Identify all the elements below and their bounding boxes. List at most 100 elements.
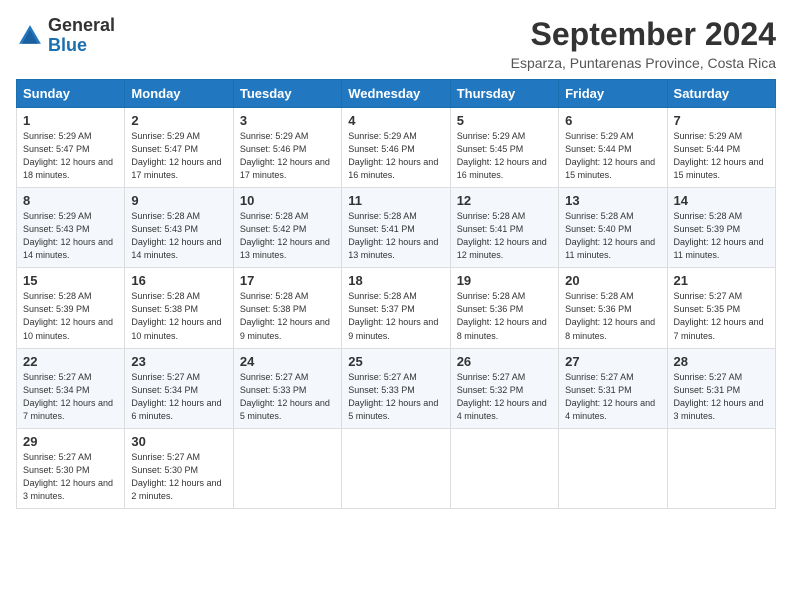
- sunset-label: Sunset: 5:44 PM: [674, 144, 741, 154]
- logo-general: General: [48, 15, 115, 35]
- day-number: 4: [348, 113, 443, 128]
- day-info: Sunrise: 5:28 AM Sunset: 5:41 PM Dayligh…: [348, 210, 443, 262]
- day-number: 24: [240, 354, 335, 369]
- day-info: Sunrise: 5:29 AM Sunset: 5:43 PM Dayligh…: [23, 210, 118, 262]
- calendar-body: 1 Sunrise: 5:29 AM Sunset: 5:47 PM Dayli…: [17, 108, 776, 509]
- daylight-label: Daylight: 12 hours and 10 minutes.: [23, 317, 113, 340]
- sunrise-label: Sunrise: 5:27 AM: [23, 372, 92, 382]
- calendar-cell: 8 Sunrise: 5:29 AM Sunset: 5:43 PM Dayli…: [17, 188, 125, 268]
- calendar-cell: 27 Sunrise: 5:27 AM Sunset: 5:31 PM Dayl…: [559, 348, 667, 428]
- sunset-label: Sunset: 5:34 PM: [23, 385, 90, 395]
- day-info: Sunrise: 5:28 AM Sunset: 5:43 PM Dayligh…: [131, 210, 226, 262]
- calendar-cell: 7 Sunrise: 5:29 AM Sunset: 5:44 PM Dayli…: [667, 108, 775, 188]
- day-number: 19: [457, 273, 552, 288]
- calendar-cell: 16 Sunrise: 5:28 AM Sunset: 5:38 PM Dayl…: [125, 268, 233, 348]
- calendar-cell: 3 Sunrise: 5:29 AM Sunset: 5:46 PM Dayli…: [233, 108, 341, 188]
- sunset-label: Sunset: 5:32 PM: [457, 385, 524, 395]
- day-number: 30: [131, 434, 226, 449]
- calendar-cell: 13 Sunrise: 5:28 AM Sunset: 5:40 PM Dayl…: [559, 188, 667, 268]
- day-info: Sunrise: 5:29 AM Sunset: 5:45 PM Dayligh…: [457, 130, 552, 182]
- day-number: 8: [23, 193, 118, 208]
- sunrise-label: Sunrise: 5:28 AM: [131, 291, 200, 301]
- day-info: Sunrise: 5:28 AM Sunset: 5:39 PM Dayligh…: [23, 290, 118, 342]
- sunrise-label: Sunrise: 5:27 AM: [565, 372, 634, 382]
- daylight-label: Daylight: 12 hours and 9 minutes.: [240, 317, 330, 340]
- daylight-label: Daylight: 12 hours and 5 minutes.: [348, 398, 438, 421]
- weekday-header-cell: Saturday: [667, 80, 775, 108]
- day-number: 6: [565, 113, 660, 128]
- sunrise-label: Sunrise: 5:27 AM: [674, 291, 743, 301]
- day-info: Sunrise: 5:29 AM Sunset: 5:44 PM Dayligh…: [565, 130, 660, 182]
- day-info: Sunrise: 5:28 AM Sunset: 5:36 PM Dayligh…: [457, 290, 552, 342]
- calendar-cell: 9 Sunrise: 5:28 AM Sunset: 5:43 PM Dayli…: [125, 188, 233, 268]
- sunrise-label: Sunrise: 5:27 AM: [131, 372, 200, 382]
- calendar-cell: 6 Sunrise: 5:29 AM Sunset: 5:44 PM Dayli…: [559, 108, 667, 188]
- calendar-cell: 29 Sunrise: 5:27 AM Sunset: 5:30 PM Dayl…: [17, 428, 125, 508]
- calendar-cell: 20 Sunrise: 5:28 AM Sunset: 5:36 PM Dayl…: [559, 268, 667, 348]
- sunrise-label: Sunrise: 5:29 AM: [23, 131, 92, 141]
- daylight-label: Daylight: 12 hours and 7 minutes.: [674, 317, 764, 340]
- sunset-label: Sunset: 5:46 PM: [348, 144, 415, 154]
- sunrise-label: Sunrise: 5:27 AM: [131, 452, 200, 462]
- day-info: Sunrise: 5:29 AM Sunset: 5:46 PM Dayligh…: [240, 130, 335, 182]
- day-number: 7: [674, 113, 769, 128]
- day-number: 3: [240, 113, 335, 128]
- sunrise-label: Sunrise: 5:28 AM: [23, 291, 92, 301]
- day-info: Sunrise: 5:28 AM Sunset: 5:41 PM Dayligh…: [457, 210, 552, 262]
- day-number: 2: [131, 113, 226, 128]
- day-info: Sunrise: 5:28 AM Sunset: 5:36 PM Dayligh…: [565, 290, 660, 342]
- weekday-header-cell: Sunday: [17, 80, 125, 108]
- weekday-header-cell: Friday: [559, 80, 667, 108]
- calendar-cell: 24 Sunrise: 5:27 AM Sunset: 5:33 PM Dayl…: [233, 348, 341, 428]
- day-number: 5: [457, 113, 552, 128]
- day-number: 23: [131, 354, 226, 369]
- sunset-label: Sunset: 5:39 PM: [23, 304, 90, 314]
- sunset-label: Sunset: 5:44 PM: [565, 144, 632, 154]
- sunrise-label: Sunrise: 5:27 AM: [457, 372, 526, 382]
- day-number: 9: [131, 193, 226, 208]
- sunrise-label: Sunrise: 5:28 AM: [674, 211, 743, 221]
- calendar-week-row: 29 Sunrise: 5:27 AM Sunset: 5:30 PM Dayl…: [17, 428, 776, 508]
- day-info: Sunrise: 5:29 AM Sunset: 5:47 PM Dayligh…: [131, 130, 226, 182]
- calendar-cell: [559, 428, 667, 508]
- sunset-label: Sunset: 5:40 PM: [565, 224, 632, 234]
- daylight-label: Daylight: 12 hours and 17 minutes.: [240, 157, 330, 180]
- day-number: 18: [348, 273, 443, 288]
- title-area: September 2024 Esparza, Puntarenas Provi…: [511, 16, 776, 71]
- daylight-label: Daylight: 12 hours and 16 minutes.: [457, 157, 547, 180]
- sunrise-label: Sunrise: 5:29 AM: [23, 211, 92, 221]
- sunset-label: Sunset: 5:43 PM: [23, 224, 90, 234]
- day-number: 28: [674, 354, 769, 369]
- sunset-label: Sunset: 5:42 PM: [240, 224, 307, 234]
- sunrise-label: Sunrise: 5:28 AM: [240, 291, 309, 301]
- sunrise-label: Sunrise: 5:28 AM: [240, 211, 309, 221]
- daylight-label: Daylight: 12 hours and 13 minutes.: [240, 237, 330, 260]
- sunset-label: Sunset: 5:38 PM: [240, 304, 307, 314]
- daylight-label: Daylight: 12 hours and 4 minutes.: [565, 398, 655, 421]
- day-info: Sunrise: 5:27 AM Sunset: 5:34 PM Dayligh…: [131, 371, 226, 423]
- sunrise-label: Sunrise: 5:28 AM: [131, 211, 200, 221]
- daylight-label: Daylight: 12 hours and 7 minutes.: [23, 398, 113, 421]
- logo-icon: [16, 22, 44, 50]
- day-number: 11: [348, 193, 443, 208]
- calendar-cell: 11 Sunrise: 5:28 AM Sunset: 5:41 PM Dayl…: [342, 188, 450, 268]
- daylight-label: Daylight: 12 hours and 14 minutes.: [131, 237, 221, 260]
- day-info: Sunrise: 5:27 AM Sunset: 5:31 PM Dayligh…: [674, 371, 769, 423]
- sunrise-label: Sunrise: 5:29 AM: [565, 131, 634, 141]
- day-number: 20: [565, 273, 660, 288]
- sunset-label: Sunset: 5:31 PM: [674, 385, 741, 395]
- day-number: 12: [457, 193, 552, 208]
- calendar-cell: 1 Sunrise: 5:29 AM Sunset: 5:47 PM Dayli…: [17, 108, 125, 188]
- sunrise-label: Sunrise: 5:27 AM: [23, 452, 92, 462]
- daylight-label: Daylight: 12 hours and 16 minutes.: [348, 157, 438, 180]
- sunrise-label: Sunrise: 5:28 AM: [457, 211, 526, 221]
- daylight-label: Daylight: 12 hours and 10 minutes.: [131, 317, 221, 340]
- calendar-cell: 10 Sunrise: 5:28 AM Sunset: 5:42 PM Dayl…: [233, 188, 341, 268]
- calendar-cell: 22 Sunrise: 5:27 AM Sunset: 5:34 PM Dayl…: [17, 348, 125, 428]
- day-info: Sunrise: 5:27 AM Sunset: 5:30 PM Dayligh…: [131, 451, 226, 503]
- day-number: 1: [23, 113, 118, 128]
- sunrise-label: Sunrise: 5:28 AM: [457, 291, 526, 301]
- calendar-cell: 5 Sunrise: 5:29 AM Sunset: 5:45 PM Dayli…: [450, 108, 558, 188]
- sunset-label: Sunset: 5:47 PM: [131, 144, 198, 154]
- day-number: 26: [457, 354, 552, 369]
